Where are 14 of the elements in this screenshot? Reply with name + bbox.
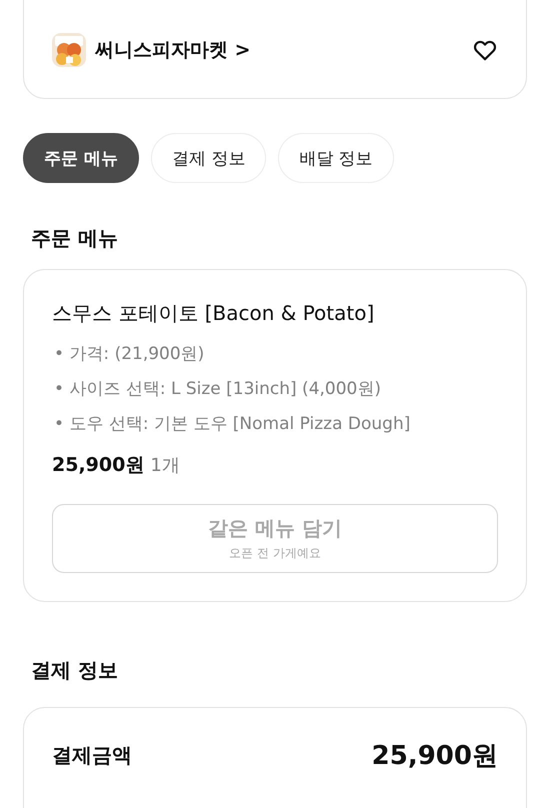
tab[interactable]: 결제 정보 [150, 133, 266, 183]
store-link[interactable]: 써니스피자마켓 > [95, 36, 472, 62]
option-text: • 가격: (21,900원) [53, 343, 206, 366]
payment-label: 결제금액 [52, 742, 132, 769]
item-quantity: 1개 [150, 454, 180, 477]
menu-name: 스무스 포테이토 [Bacon & Potato] [52, 300, 376, 327]
tab[interactable]: 배달 정보 [278, 133, 394, 183]
payment-amount: 25,900원 [372, 740, 498, 773]
section-title: 주문 메뉴 [31, 225, 119, 251]
section-title: 결제 정보 [31, 657, 119, 683]
option-text: • 도우 선택: 기본 도우 [Nomal Pizza Dough] [53, 413, 412, 436]
item-price: 25,900원 [52, 453, 144, 478]
tab[interactable]: 주문 메뉴 [23, 133, 139, 183]
option-text: • 사이즈 선택: L Size [13inch] (4,000원) [53, 378, 382, 401]
